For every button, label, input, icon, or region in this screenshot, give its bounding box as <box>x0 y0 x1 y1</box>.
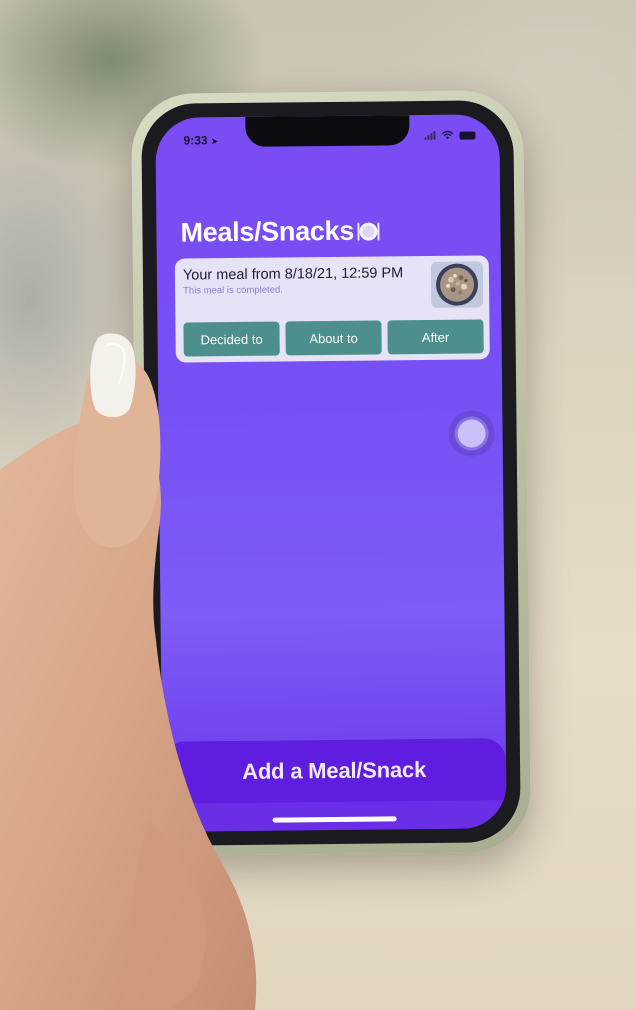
status-time: 9:33 ➤ <box>183 133 218 147</box>
after-button[interactable]: After <box>387 319 484 355</box>
meal-photo[interactable] <box>430 261 484 308</box>
phone-device: 9:33 ➤ Meals/Snacks Your meal from 8/18/… <box>131 89 531 857</box>
meal-status: This meal is completed. <box>183 284 283 297</box>
signal-icon <box>424 130 436 141</box>
notch <box>245 115 410 147</box>
page-title-text: Meals/Snacks <box>180 215 355 248</box>
decided-to-button[interactable]: Decided to <box>183 321 280 357</box>
status-time-text: 9:33 <box>183 133 208 148</box>
status-icons <box>424 130 476 141</box>
meal-card[interactable]: Your meal from 8/18/21, 12:59 PM This me… <box>174 255 490 363</box>
about-to-button[interactable]: About to <box>285 320 382 356</box>
meal-actions: Decided to About to After <box>183 319 484 357</box>
battery-icon <box>459 130 476 140</box>
bottom-safe-area <box>162 800 507 832</box>
food-bowl-icon <box>430 261 484 308</box>
location-arrow-icon: ➤ <box>210 136 219 147</box>
plate-utensils-icon <box>356 222 380 241</box>
page-title: Meals/Snacks <box>180 215 380 248</box>
app-screen: 9:33 ➤ Meals/Snacks Your meal from 8/18/… <box>155 114 507 832</box>
meal-title: Your meal from 8/18/21, 12:59 PM <box>182 265 404 284</box>
add-meal-snack-label: Add a Meal/Snack <box>242 757 427 784</box>
add-meal-snack-button[interactable]: Add a Meal/Snack <box>161 738 507 804</box>
phone-bezel: 9:33 ➤ Meals/Snacks Your meal from 8/18/… <box>141 100 521 846</box>
wifi-icon <box>441 130 454 140</box>
assistive-touch-icon[interactable] <box>448 410 495 457</box>
